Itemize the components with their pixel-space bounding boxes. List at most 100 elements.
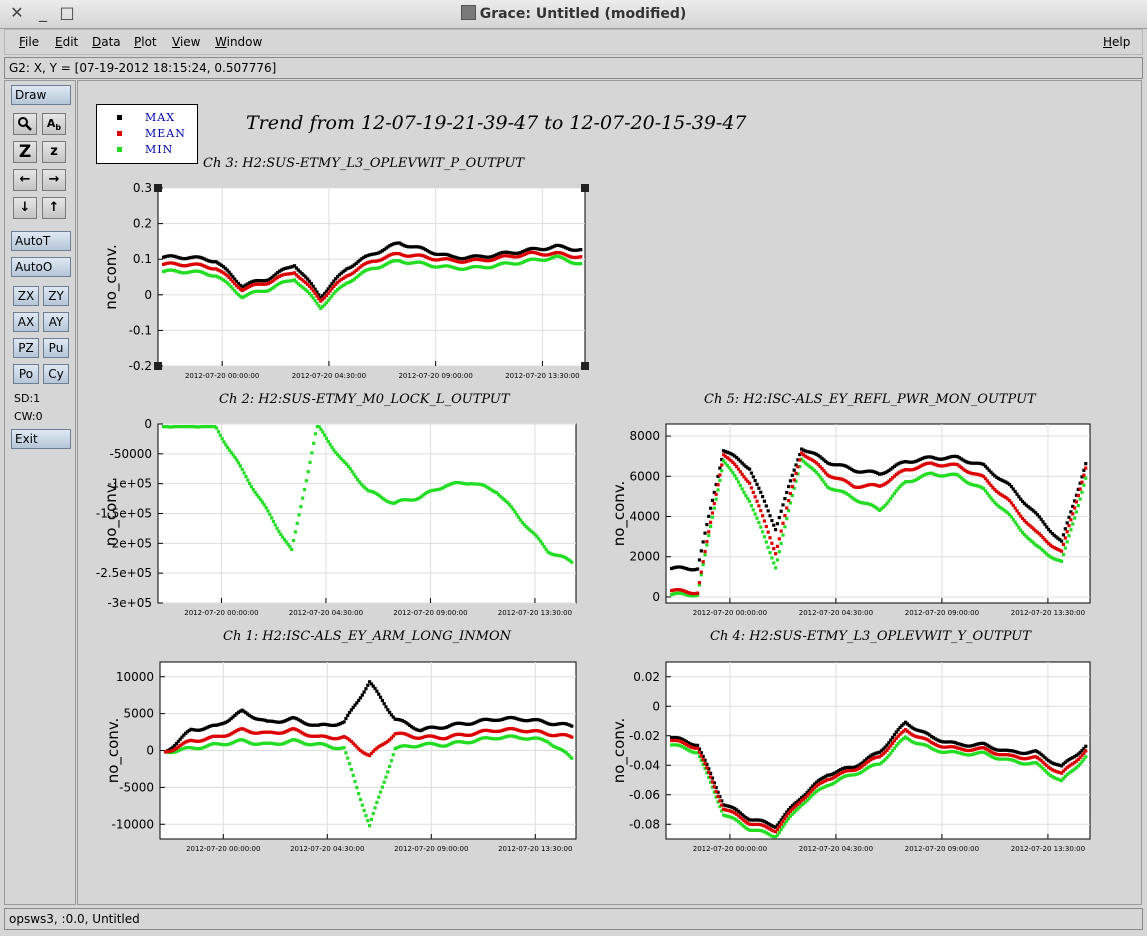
data-point <box>792 478 796 482</box>
data-point <box>570 735 574 739</box>
data-point <box>755 516 759 520</box>
menu-plot[interactable]: Plot <box>134 35 157 49</box>
data-point <box>761 530 765 534</box>
data-point <box>744 493 748 498</box>
ax-button[interactable]: AX <box>13 312 39 332</box>
graph-ch2[interactable]: 0-50000-1e+05-1.5e+05-2e+05-2.5e+05-3e+0… <box>78 412 598 622</box>
data-point <box>775 544 780 548</box>
x-tick-label: 2012-07-20 04:30:00 <box>799 609 873 617</box>
data-point <box>378 695 383 699</box>
pu-button[interactable]: Pu <box>43 338 69 358</box>
data-point <box>749 471 754 475</box>
data-point <box>785 490 789 495</box>
data-point <box>346 713 350 718</box>
graph-ch1[interactable]: 10000 5000 0 -5000 -10000 2012-07-20 00:00:00… <box>84 652 598 862</box>
x-tick-label: 2012-07-20 04:30:00 <box>290 845 364 853</box>
data-point <box>707 770 711 774</box>
text-icon[interactable]: Ab <box>42 113 66 135</box>
data-point <box>781 521 785 525</box>
arrow-left-icon[interactable]: ← <box>13 169 37 191</box>
menu-data[interactable]: Data <box>92 35 121 49</box>
data-point <box>351 773 355 777</box>
exit-button[interactable]: Exit <box>11 429 71 449</box>
y-tick-label: 0 <box>652 699 660 713</box>
menu-view[interactable]: View <box>172 35 200 49</box>
graph-ch5[interactable]: 8000 6000 4000 2000 0 2012-07-20 00:00:00 2012… <box>600 412 1100 622</box>
arrow-up-icon[interactable]: ↑ <box>42 197 66 219</box>
data-point <box>696 591 700 595</box>
data-point <box>373 806 377 810</box>
data-point <box>1061 552 1066 557</box>
data-point <box>709 524 713 528</box>
selection-handle[interactable] <box>581 362 589 370</box>
po-button[interactable]: Po <box>13 364 39 384</box>
data-point <box>749 486 754 490</box>
data-point <box>699 754 703 758</box>
arrow-down-icon[interactable]: ↓ <box>13 197 37 219</box>
pz-button[interactable]: PZ <box>13 338 39 358</box>
data-point <box>770 541 774 545</box>
menu-window[interactable]: Window <box>215 35 262 49</box>
data-point <box>697 581 702 585</box>
cy-button[interactable]: Cy <box>43 364 69 384</box>
arrow-right-icon[interactable]: → <box>42 169 66 191</box>
data-point <box>761 495 765 499</box>
data-point <box>249 485 254 489</box>
data-point <box>701 560 705 564</box>
selection-handle[interactable] <box>154 184 162 192</box>
menu-help[interactable]: Help <box>1103 35 1130 49</box>
data-point <box>699 570 703 574</box>
data-point <box>761 514 765 518</box>
data-point <box>714 497 718 501</box>
y-tick-label: 5000 <box>123 707 154 721</box>
graph-title-ch3: Ch 3: H2:SUS-ETMY_L3_OPLEVWIT_P_OUTPUT <box>203 156 525 171</box>
zoom-big-icon[interactable]: Z <box>13 141 37 163</box>
graph-ch4[interactable]: 0.02 0 -0.02 -0.04 -0.06 -0.08 2012-07-20 00:0… <box>600 652 1100 862</box>
y-axis-label: no_conv. <box>102 244 121 310</box>
data-point <box>775 558 780 562</box>
data-point <box>772 523 776 527</box>
data-point <box>377 795 381 799</box>
x-tick-label: 2012-07-20 09:00:00 <box>398 372 472 380</box>
zoom-icon[interactable] <box>13 113 37 135</box>
menu-file[interactable]: File <box>19 35 39 49</box>
menu-edit[interactable]: Edit <box>55 35 78 49</box>
data-point <box>1084 466 1088 470</box>
data-point <box>378 790 383 794</box>
draw-button[interactable]: Draw <box>11 85 71 105</box>
y-tick-label: -3e+05 <box>107 596 152 610</box>
data-point <box>714 790 718 794</box>
data-point <box>787 484 791 489</box>
data-point <box>1063 536 1067 540</box>
y-axis-label: no_conv. <box>104 718 123 784</box>
data-point <box>770 518 774 523</box>
graph-ch3[interactable]: 0.3 0.2 0.1 0 -0.1 -0.2 2012-07-20 00:00:00 201… <box>100 180 600 390</box>
zx-button[interactable]: ZX <box>13 286 39 306</box>
selection-handle[interactable] <box>154 362 162 370</box>
y-tick-label: 10000 <box>116 670 154 684</box>
data-point <box>774 528 778 532</box>
data-point <box>1082 473 1086 477</box>
data-point <box>707 530 711 534</box>
data-point <box>696 746 700 750</box>
selection-handle[interactable] <box>581 184 589 192</box>
ay-button[interactable]: AY <box>43 312 69 332</box>
x-tick-label: 2012-07-20 00:00:00 <box>693 845 767 853</box>
data-point <box>707 514 711 518</box>
data-point <box>237 461 241 465</box>
data-point <box>391 753 395 757</box>
data-point <box>736 480 741 484</box>
sd-label: SD:1 <box>14 392 41 405</box>
data-point <box>755 482 759 486</box>
autot-button[interactable]: AutoT <box>11 231 71 251</box>
data-point <box>570 560 574 564</box>
data-point <box>350 469 354 474</box>
data-point <box>1076 493 1080 498</box>
data-point <box>779 541 783 546</box>
data-point <box>757 504 761 508</box>
y-tick-label: 0 <box>146 744 154 758</box>
y-tick-label: -0.02 <box>629 729 660 743</box>
zoom-small-icon[interactable]: z <box>42 141 66 163</box>
zy-button[interactable]: ZY <box>43 286 69 306</box>
autoo-button[interactable]: AutoO <box>11 257 71 277</box>
